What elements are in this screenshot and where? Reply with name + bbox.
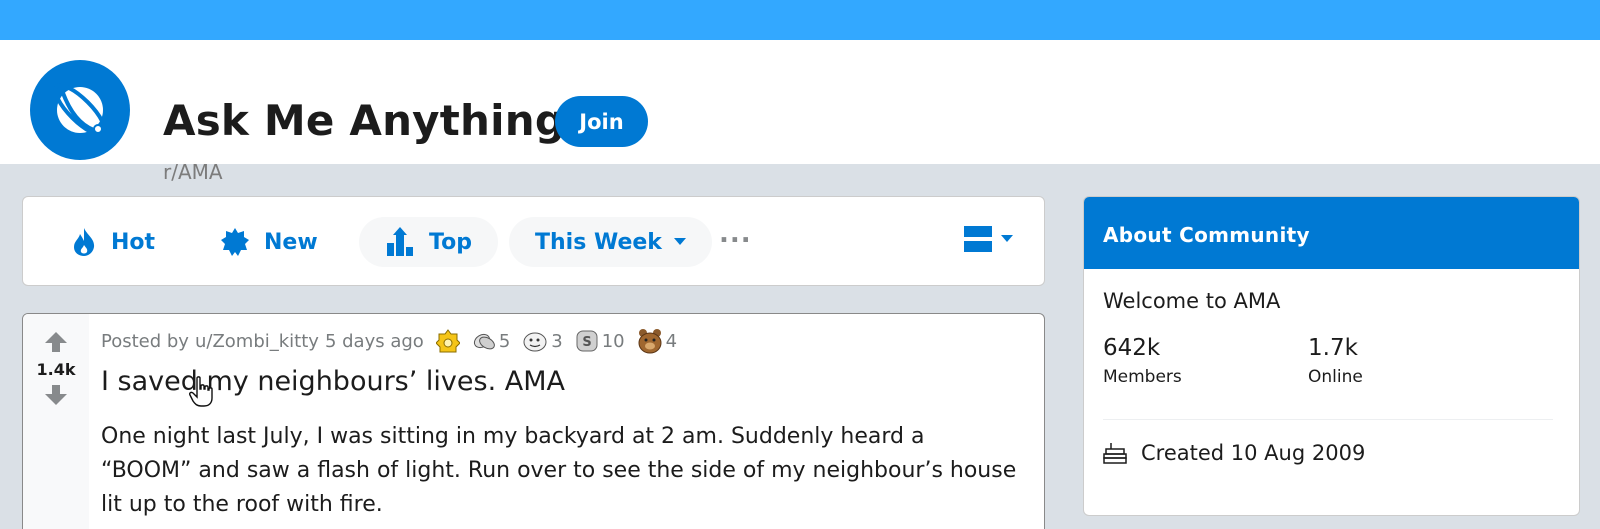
sort-top-label: Top: [429, 229, 472, 255]
join-button[interactable]: Join: [555, 96, 648, 147]
silver-coin-icon: S: [576, 330, 598, 352]
about-welcome: Welcome to AMA: [1103, 289, 1281, 313]
face-icon: [523, 332, 547, 352]
members-label: Members: [1103, 367, 1182, 387]
vote-count: 1.4k: [36, 360, 76, 379]
award-silver-count: 10: [601, 330, 625, 352]
view-layout-dropdown[interactable]: [963, 225, 1013, 253]
gold-medal-icon: [435, 329, 460, 353]
sort-bar: Hot New Top This Week ...: [22, 196, 1045, 286]
community-banner: [0, 0, 1600, 40]
bear-icon: [638, 329, 662, 354]
flame-icon: [74, 228, 95, 256]
svg-text:S: S: [582, 335, 591, 350]
post-meta: Posted by u/Zombi_kitty 5 days ago 5 3 S…: [101, 328, 677, 354]
award-face[interactable]: 3: [522, 329, 563, 353]
created-date: Created 10 Aug 2009: [1103, 441, 1365, 465]
created-text: Created 10 Aug 2009: [1141, 441, 1366, 465]
hand-cursor-icon: [189, 376, 213, 407]
members-value: 642k: [1103, 335, 1161, 361]
upvote-icon[interactable]: [44, 330, 68, 354]
award-silver[interactable]: S 10: [575, 329, 625, 353]
more-options-button[interactable]: ...: [719, 219, 752, 249]
post-card[interactable]: 1.4k Posted by u/Zombi_kitty 5 days ago …: [22, 313, 1045, 529]
sort-new[interactable]: New: [220, 217, 318, 267]
award-hands[interactable]: 5: [472, 329, 510, 353]
sort-top[interactable]: Top: [359, 217, 498, 267]
online-value: 1.7k: [1308, 335, 1358, 361]
community-avatar[interactable]: [26, 56, 134, 164]
time-filter-label: This Week: [535, 229, 662, 255]
members-stat: 642k Members: [1103, 335, 1182, 387]
caret-down-icon: [673, 238, 686, 245]
posted-by-prefix: Posted by: [101, 330, 189, 352]
sort-hot[interactable]: Hot: [71, 217, 155, 267]
award-bear[interactable]: 4: [637, 328, 677, 354]
burst-icon: [221, 228, 249, 256]
community-header: Ask Me Anything r/AMA Join: [0, 40, 1600, 184]
community-name: r/AMA: [163, 160, 223, 184]
post-age[interactable]: 5 days ago: [325, 331, 424, 352]
post-author[interactable]: u/Zombi_kitty: [195, 331, 319, 352]
award-hands-count: 5: [498, 330, 511, 352]
card-view-icon: [964, 226, 992, 252]
online-stat: 1.7k Online: [1308, 335, 1363, 387]
caret-down-icon: [1001, 235, 1013, 242]
about-divider: [1103, 419, 1553, 420]
award-bear-count: 4: [665, 330, 678, 352]
planet-icon: [53, 83, 107, 137]
vote-column: 1.4k: [23, 314, 89, 529]
time-filter-dropdown[interactable]: This Week: [509, 217, 712, 267]
award-face-count: 3: [551, 330, 563, 352]
about-heading: About Community: [1084, 197, 1579, 269]
online-label: Online: [1308, 367, 1363, 387]
top-chart-icon: [387, 227, 413, 256]
sort-hot-label: Hot: [111, 229, 156, 255]
downvote-icon[interactable]: [44, 383, 68, 407]
sort-new-label: New: [264, 229, 318, 255]
community-title: Ask Me Anything: [163, 96, 566, 145]
post-title[interactable]: I saved my neighbours’ lives. AMA: [101, 366, 565, 397]
post-body: One night last July, I was sitting in my…: [101, 424, 1017, 517]
about-community-card: About Community Welcome to AMA 642k Memb…: [1083, 196, 1580, 516]
cake-icon: [1103, 443, 1127, 464]
hands-icon: [473, 333, 495, 350]
award-gold[interactable]: [435, 329, 460, 353]
